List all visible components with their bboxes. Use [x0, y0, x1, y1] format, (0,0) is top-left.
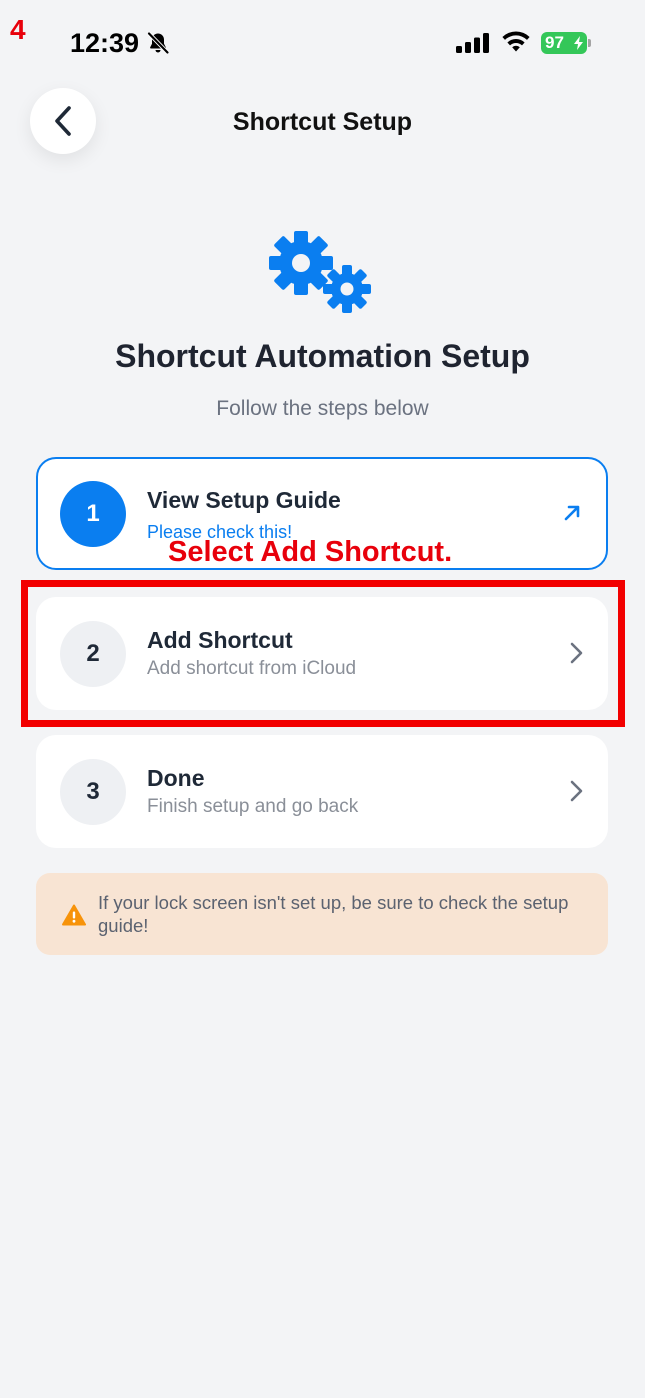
- page-title: Shortcut Automation Setup: [115, 338, 530, 374]
- cellular-signal-icon: [456, 33, 490, 58]
- step-card-done[interactable]: 3 Done Finish setup and go back: [36, 735, 608, 848]
- step-number: 3: [60, 759, 126, 825]
- wifi-icon: [501, 31, 531, 58]
- charging-bolt-icon: [574, 36, 583, 50]
- gears-icon: [266, 230, 378, 325]
- battery-tip: [588, 39, 591, 47]
- battery-level: 97: [545, 33, 564, 52]
- warning-triangle-icon: [62, 904, 86, 926]
- step-description: Finish setup and go back: [147, 796, 359, 817]
- annotation-instruction: Select Add Shortcut.: [168, 536, 453, 568]
- bell-slash-icon: [146, 31, 170, 60]
- nav-title: Shortcut Setup: [232, 108, 413, 136]
- warning-banner: If your lock screen isn't set up, be sur…: [36, 873, 608, 955]
- status-bar: 12:39 97: [0, 0, 645, 80]
- step-title: Done: [147, 765, 205, 791]
- annotation-highlight-box: [21, 580, 625, 727]
- chevron-right-icon: [570, 780, 583, 802]
- battery-indicator: 97: [541, 32, 587, 54]
- page-subtitle: Follow the steps below: [216, 397, 429, 420]
- status-time: 12:39: [70, 28, 140, 58]
- arrow-up-right-icon: [564, 505, 580, 521]
- step-title: View Setup Guide: [147, 487, 341, 513]
- step-number: 1: [60, 481, 126, 547]
- warning-text: If your lock screen isn't set up, be sur…: [98, 892, 569, 936]
